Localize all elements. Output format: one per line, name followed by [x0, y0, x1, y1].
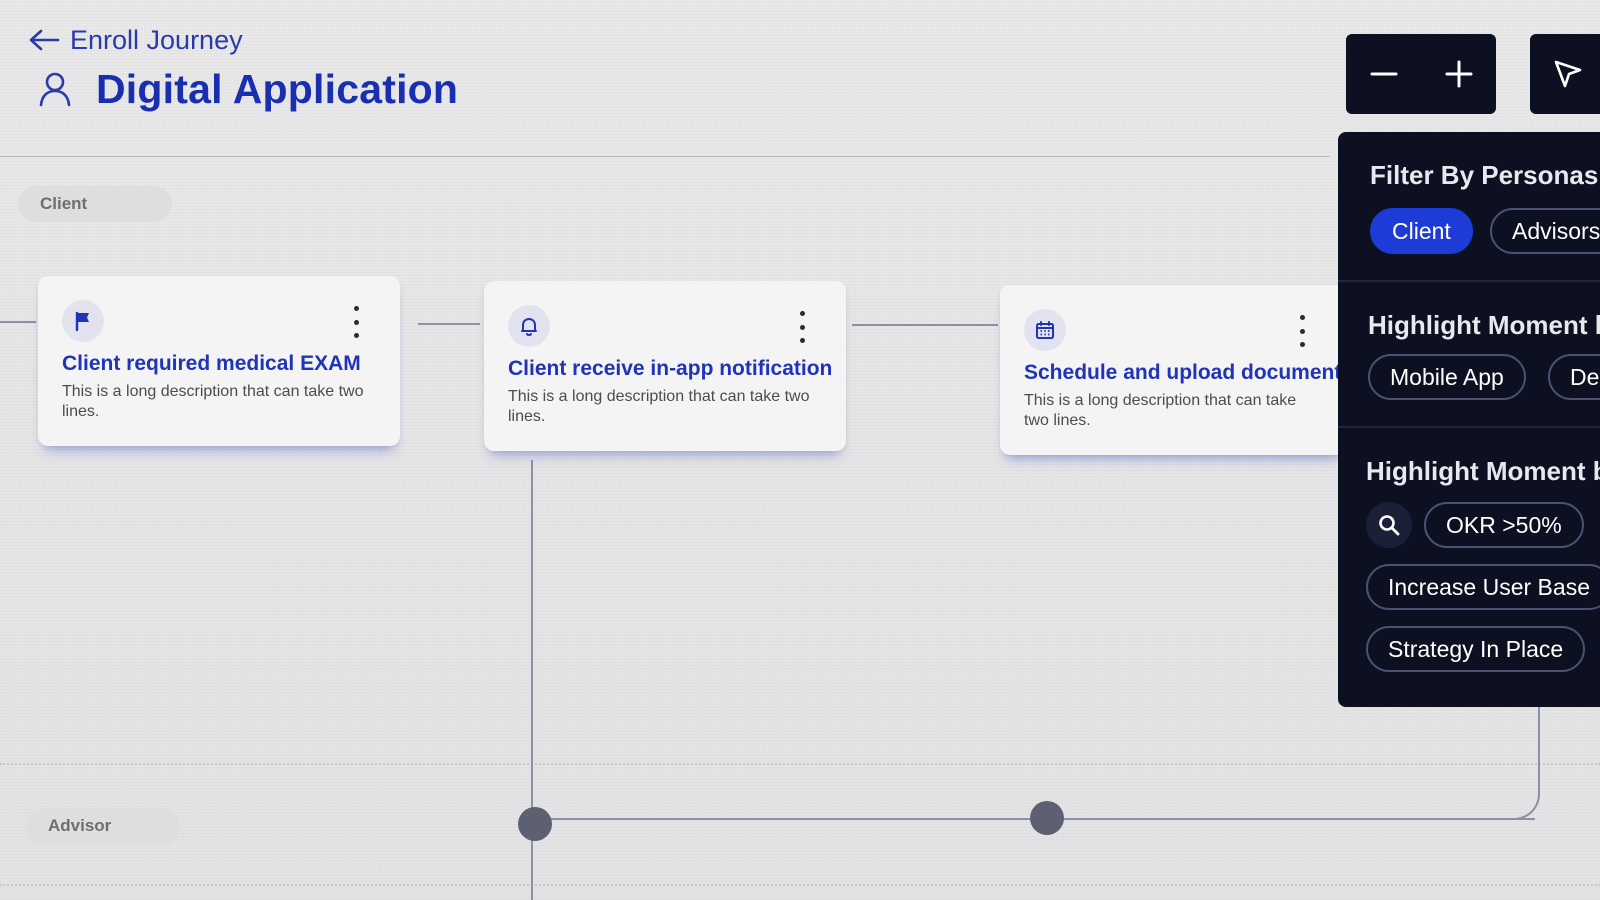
- calendar-icon: [1036, 321, 1054, 339]
- card-icon-badge: [62, 300, 104, 342]
- card-icon-badge: [508, 305, 550, 347]
- card-description: This is a long description that can take…: [1024, 392, 1297, 429]
- zoom-controls: [1346, 34, 1496, 114]
- zoom-out-button[interactable]: [1359, 49, 1409, 99]
- lane-divider: [0, 763, 1600, 765]
- more-options-icon[interactable]: [1294, 315, 1310, 347]
- highlight-goal-heading: Highlight Moment b: [1366, 456, 1600, 486]
- card-title: Schedule and upload documents: [1024, 361, 1354, 384]
- more-options-icon[interactable]: [348, 306, 364, 338]
- chip-desktop[interactable]: Des: [1548, 354, 1600, 400]
- lane-label-client: Client: [18, 186, 172, 222]
- chip-okr[interactable]: OKR >50%: [1424, 502, 1584, 548]
- journey-node[interactable]: [518, 807, 552, 841]
- filter-panel: Filter By Personas Client Advisors Highl…: [1338, 132, 1600, 707]
- bell-icon: [521, 318, 537, 336]
- filter-personas-heading: Filter By Personas: [1370, 160, 1599, 190]
- lane-divider-bottom: [0, 884, 1600, 886]
- zoom-in-button[interactable]: [1434, 49, 1484, 99]
- connector-line: [418, 323, 480, 325]
- chip-mobile-app[interactable]: Mobile App: [1368, 354, 1526, 400]
- chip-persona-client[interactable]: Client: [1370, 208, 1473, 254]
- highlight-channel-heading: Highlight Moment b: [1368, 310, 1600, 340]
- card-description: This is a long description that can take…: [508, 388, 810, 425]
- connector-line: [0, 321, 36, 323]
- card-icon-badge: [1024, 309, 1066, 351]
- highlight-goal-section: Highlight Moment b OKR >50% Increase Use…: [1338, 428, 1600, 707]
- lane-label-advisor: Advisor: [26, 808, 180, 844]
- user-icon: [39, 72, 71, 107]
- card-title: Client required medical EXAM: [62, 352, 361, 375]
- chip-strategy-in-place[interactable]: Strategy In Place: [1366, 626, 1586, 672]
- card-title: Client receive in-app notification: [508, 357, 833, 380]
- highlight-channel-section: Highlight Moment b Mobile App Des: [1338, 282, 1600, 428]
- header-divider: [0, 156, 1330, 157]
- plus-icon: [1445, 60, 1472, 88]
- arrow-left-icon: [29, 29, 60, 51]
- journey-node[interactable]: [1030, 801, 1064, 835]
- page-title: Digital Application: [96, 65, 459, 112]
- flag-icon: [75, 311, 89, 332]
- journey-card[interactable]: Client receive in-app notification This …: [484, 281, 846, 451]
- back-link[interactable]: Enroll Journey: [28, 24, 243, 56]
- page-header: Digital Application: [38, 64, 458, 114]
- filter-search-button[interactable]: [1366, 502, 1412, 548]
- back-link-label: Enroll Journey: [70, 24, 243, 55]
- card-description: This is a long description that can take…: [62, 383, 364, 420]
- connector-line: [1538, 706, 1540, 798]
- more-options-icon[interactable]: [794, 311, 810, 343]
- journey-card[interactable]: Client required medical EXAM This is a l…: [38, 276, 400, 446]
- filter-personas-section: Filter By Personas Client Advisors: [1338, 132, 1600, 282]
- search-icon: [1379, 515, 1400, 536]
- minus-icon: [1370, 72, 1397, 76]
- journey-card[interactable]: Schedule and upload documents This is a …: [1000, 285, 1354, 455]
- chip-persona-advisors[interactable]: Advisors: [1490, 208, 1600, 254]
- chip-increase-user-base[interactable]: Increase User Base: [1366, 564, 1600, 610]
- cursor-icon: [1554, 60, 1582, 88]
- pointer-tool-button[interactable]: [1530, 34, 1600, 114]
- connector-line: [852, 324, 998, 326]
